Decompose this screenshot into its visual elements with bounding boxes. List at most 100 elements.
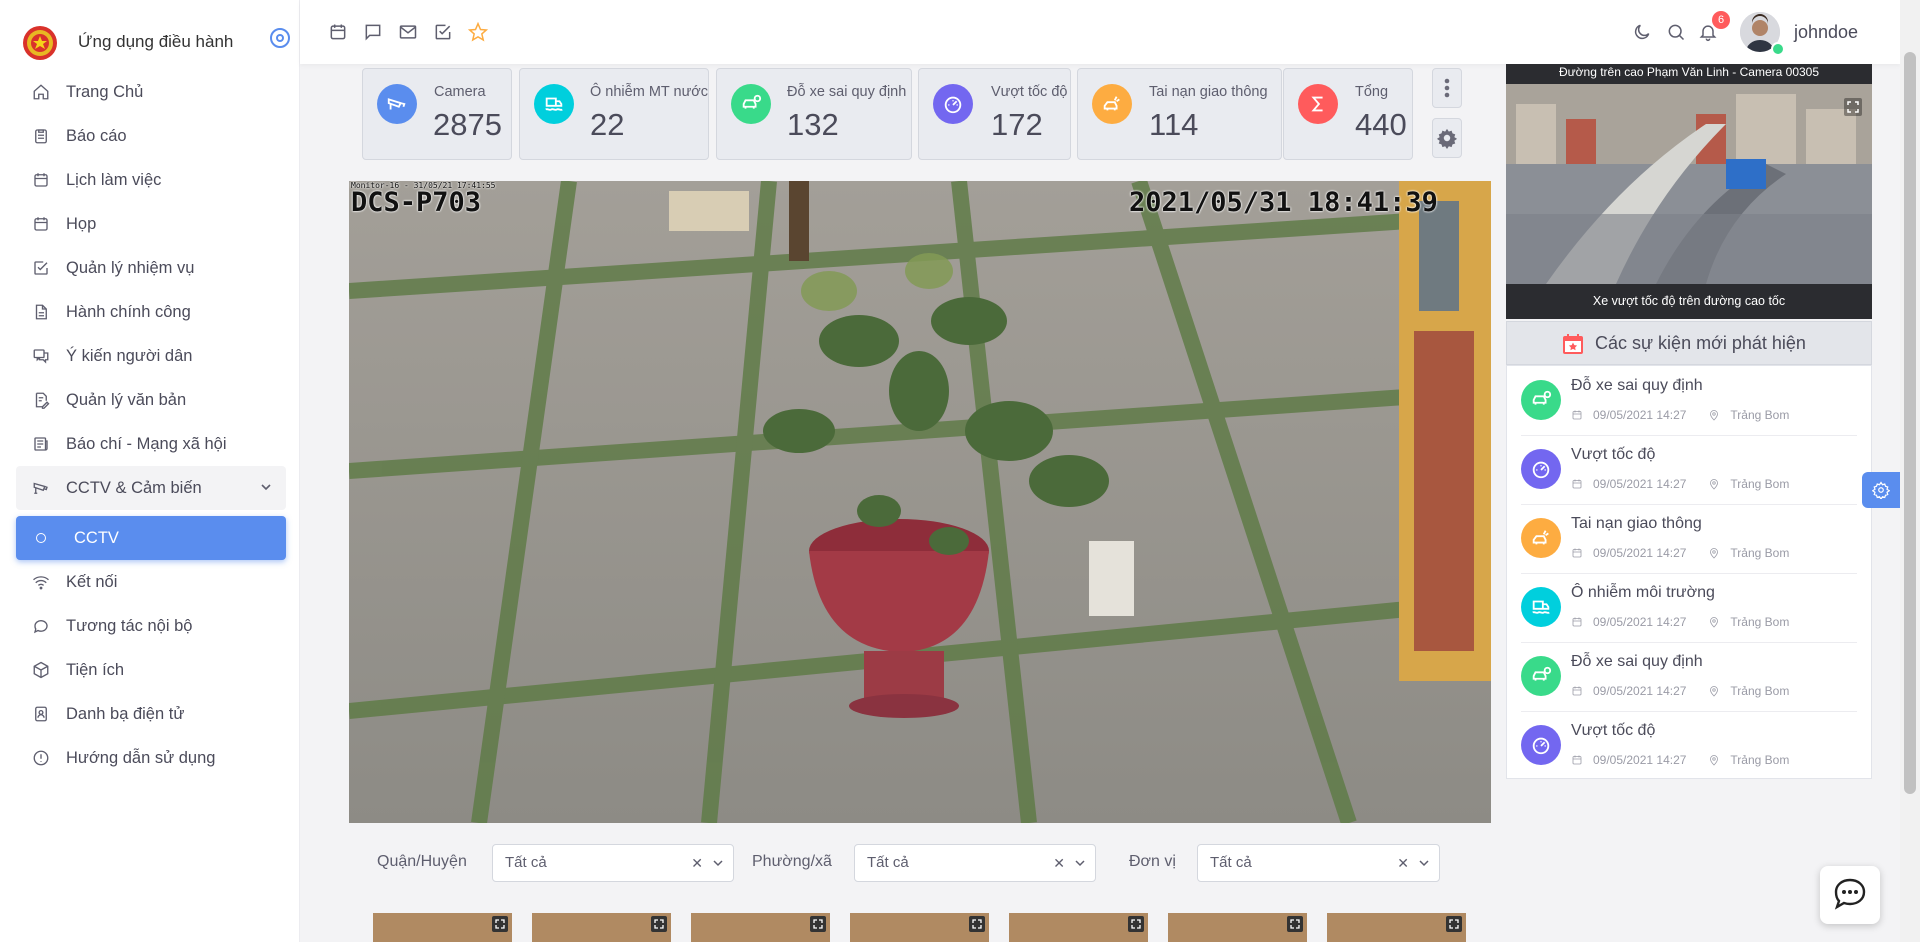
district-select[interactable]: Tất cả ✕ (492, 844, 734, 882)
sidebar-item-label: Danh bạ điện tử (66, 704, 185, 723)
expand-icon[interactable] (1844, 98, 1862, 116)
scrollbar-thumb[interactable] (1904, 52, 1916, 794)
stat-card-water-pollution[interactable]: Ô nhiễm MT nước 22 (519, 68, 709, 160)
sidebar-item-label: Tương tác nội bộ (66, 616, 193, 635)
calendar-icon (1572, 755, 1582, 765)
filter-label-district: Quận/Huyện (377, 853, 467, 870)
camera-thumbnail[interactable] (850, 913, 989, 942)
expand-icon[interactable] (651, 916, 667, 932)
camera-icon (377, 84, 417, 124)
event-place: Trảng Bom (1730, 477, 1790, 491)
star-icon[interactable] (467, 21, 489, 42)
chat-button[interactable] (1820, 866, 1880, 924)
sidebar-item-y-kien-nguoi-dan[interactable]: Ý kiến người dân (16, 334, 286, 378)
stat-label: Ô nhiễm MT nước (590, 84, 709, 100)
chat-icon (30, 615, 52, 637)
event-item[interactable]: Đỗ xe sai quy định 09/05/2021 14:27 Trản… (1521, 642, 1857, 712)
camera-thumbnail[interactable] (1168, 913, 1307, 942)
online-status-indicator (1771, 42, 1785, 56)
camera-thumbnail[interactable] (691, 913, 830, 942)
mail-icon[interactable] (398, 22, 418, 42)
event-time: 09/05/2021 14:27 (1593, 546, 1687, 560)
unit-select[interactable]: Tất cả ✕ (1197, 844, 1440, 882)
event-item[interactable]: Vượt tốc độ 09/05/2021 14:27 Trảng Bom (1521, 711, 1857, 780)
expand-icon[interactable] (969, 916, 985, 932)
stat-card-speeding[interactable]: Vượt tốc độ 172 (918, 68, 1071, 160)
contacts-icon (30, 703, 52, 725)
featured-camera[interactable]: Đường trên cao Phạm Văn Linh - Camera 00… (1506, 64, 1872, 319)
username[interactable]: johndoe (1794, 22, 1858, 43)
circle-icon (36, 533, 46, 543)
page-scrollbar[interactable] (1900, 0, 1920, 942)
app-title: Ứng dụng điều hành (78, 32, 234, 51)
sidebar-item-trang-chu[interactable]: Trang Chủ (16, 70, 286, 114)
expand-icon[interactable] (492, 916, 508, 932)
sidebar-item-tuong-tac-noi-bo[interactable]: Tương tác nội bộ (16, 604, 286, 648)
camera-thumbnail[interactable] (373, 913, 512, 942)
featured-camera-title: Đường trên cao Phạm Văn Linh - Camera 00… (1506, 64, 1872, 84)
stat-card-total[interactable]: Tổng 440 (1283, 68, 1413, 160)
calendar-icon[interactable] (328, 22, 348, 42)
event-item[interactable]: Tai nạn giao thông 09/05/2021 14:27 Trản… (1521, 504, 1857, 574)
info-icon (30, 747, 52, 769)
more-options-button[interactable] (1432, 68, 1462, 108)
clear-icon[interactable]: ✕ (691, 855, 703, 872)
stat-label: Đỗ xe sai quy định (787, 84, 907, 100)
calendar-icon (1572, 410, 1582, 420)
calendar-icon (30, 213, 52, 235)
sidebar-item-hop[interactable]: Họp (16, 202, 286, 246)
top-bar: 6 johndoe (300, 0, 1900, 64)
event-place: Trảng Bom (1730, 615, 1790, 629)
featured-camera-image (1506, 64, 1872, 319)
customizer-toggle-button[interactable] (1862, 472, 1900, 508)
expand-icon[interactable] (1446, 916, 1462, 932)
sidebar-item-lich-lam-viec[interactable]: Lịch làm việc (16, 158, 286, 202)
sidebar-item-label: Báo cáo (66, 126, 127, 145)
ward-select[interactable]: Tất cả ✕ (854, 844, 1096, 882)
event-item[interactable]: Ô nhiễm môi trường 09/05/2021 14:27 Trản… (1521, 573, 1857, 643)
moon-icon[interactable] (1632, 22, 1652, 42)
sidebar-item-quan-ly-nhiem-vu[interactable]: Quản lý nhiệm vụ (16, 246, 286, 290)
settings-button[interactable] (1432, 118, 1462, 158)
event-item[interactable]: Đỗ xe sai quy định 09/05/2021 14:27 Trản… (1521, 366, 1857, 436)
stat-card-illegal-parking[interactable]: Đỗ xe sai quy định 132 (716, 68, 912, 160)
sidebar-item-hanh-chinh-cong[interactable]: Hành chính công (16, 290, 286, 334)
clear-icon[interactable]: ✕ (1053, 855, 1065, 872)
expand-icon[interactable] (1287, 916, 1303, 932)
stat-label: Tai nạn giao thông (1149, 84, 1268, 100)
cctv-video-player[interactable]: Monitor-16 - 31/05/21 17:41:55 DCS-P703 … (349, 181, 1491, 823)
sidebar-item-ket-noi[interactable]: Kết nối (16, 560, 286, 604)
chevron-down-icon (713, 860, 723, 867)
check-square-icon[interactable] (433, 22, 453, 42)
expand-icon[interactable] (810, 916, 826, 932)
event-item[interactable]: Vượt tốc độ 09/05/2021 14:27 Trảng Bom (1521, 435, 1857, 505)
message-icon[interactable] (363, 22, 383, 42)
sidebar-item-label: Hướng dẫn sử dụng (66, 748, 216, 767)
search-icon[interactable] (1666, 22, 1686, 42)
expand-icon[interactable] (1128, 916, 1144, 932)
sidebar-item-tien-ich[interactable]: Tiện ích (16, 648, 286, 692)
sidebar-item-cctv[interactable]: CCTV (16, 516, 286, 560)
sidebar-item-danh-ba[interactable]: Danh bạ điện tử (16, 692, 286, 736)
sidebar-item-huong-dan[interactable]: Hướng dẫn sử dụng (16, 736, 286, 780)
clear-icon[interactable]: ✕ (1397, 855, 1409, 872)
event-title: Đỗ xe sai quy định (1571, 653, 1703, 670)
camera-thumbnail[interactable] (1009, 913, 1148, 942)
notification-badge: 6 (1712, 11, 1730, 29)
camera-thumbnail[interactable] (1327, 913, 1466, 942)
camera-thumbnail[interactable] (532, 913, 671, 942)
sidebar-item-bao-cao[interactable]: Báo cáo (16, 114, 286, 158)
event-meta: 09/05/2021 14:27 Trảng Bom (1571, 615, 1789, 629)
stat-label: Vượt tốc độ (991, 84, 1068, 100)
event-meta: 09/05/2021 14:27 Trảng Bom (1571, 477, 1789, 491)
select-value: Tất cả (505, 854, 547, 871)
sidebar-group-cctv[interactable]: CCTV & Cảm biến (16, 466, 286, 510)
stat-card-camera[interactable]: Camera 2875 (362, 68, 512, 160)
sidebar-item-bao-chi[interactable]: Báo chí - Mạng xã hội (16, 422, 286, 466)
map-pin-icon (1710, 479, 1719, 490)
event-title: Ô nhiễm môi trường (1571, 584, 1715, 601)
stat-card-accident[interactable]: Tai nạn giao thông 114 (1077, 68, 1282, 160)
sidebar-toggle-icon[interactable] (270, 28, 290, 48)
sidebar-item-quan-ly-van-ban[interactable]: Quản lý văn bản (16, 378, 286, 422)
calendar-icon (1572, 548, 1582, 558)
